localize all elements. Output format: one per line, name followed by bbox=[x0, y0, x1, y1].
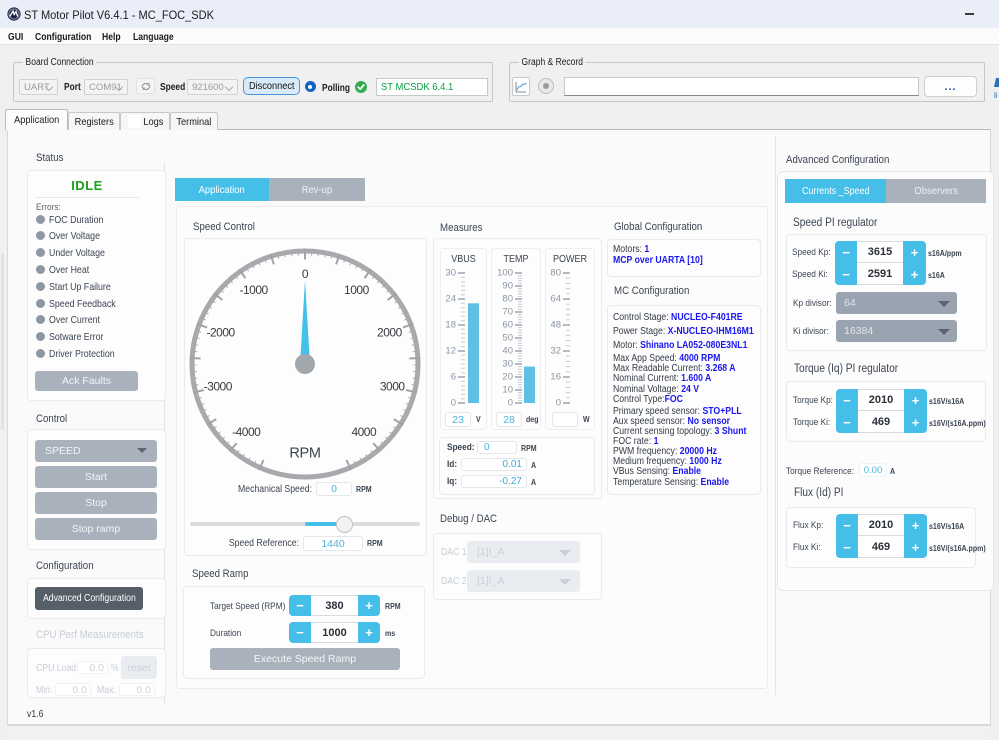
svg-text:-3000: -3000 bbox=[204, 379, 233, 393]
svg-text:4000: 4000 bbox=[351, 425, 377, 439]
svg-text:32: 32 bbox=[550, 346, 561, 357]
svg-text:60: 60 bbox=[502, 320, 513, 331]
svg-text:64: 64 bbox=[550, 294, 561, 305]
svg-text:RPM: RPM bbox=[289, 446, 320, 462]
svg-text:-1000: -1000 bbox=[239, 283, 268, 297]
svg-text:0: 0 bbox=[302, 267, 309, 281]
svg-text:0: 0 bbox=[508, 398, 513, 409]
svg-text:0: 0 bbox=[556, 398, 561, 409]
svg-text:1000: 1000 bbox=[344, 283, 370, 297]
svg-text:16: 16 bbox=[550, 372, 561, 383]
svg-text:li: li bbox=[994, 91, 998, 100]
svg-text:40: 40 bbox=[502, 346, 513, 357]
svg-text:18: 18 bbox=[445, 320, 456, 331]
svg-text:6: 6 bbox=[451, 372, 456, 383]
svg-text:3000: 3000 bbox=[380, 379, 406, 393]
svg-text:70: 70 bbox=[502, 307, 513, 318]
svg-text:80: 80 bbox=[550, 268, 561, 279]
svg-text:2000: 2000 bbox=[377, 326, 403, 340]
svg-text:-4000: -4000 bbox=[232, 425, 261, 439]
svg-text:80: 80 bbox=[502, 294, 513, 305]
svg-text:12: 12 bbox=[445, 346, 456, 357]
svg-text:50: 50 bbox=[502, 333, 513, 344]
svg-text:100: 100 bbox=[497, 268, 513, 279]
svg-text:10: 10 bbox=[502, 385, 513, 396]
svg-text:24: 24 bbox=[445, 294, 456, 305]
svg-text:-2000: -2000 bbox=[206, 326, 235, 340]
svg-text:90: 90 bbox=[502, 281, 513, 292]
svg-text:48: 48 bbox=[550, 320, 561, 331]
svg-text:30: 30 bbox=[502, 359, 513, 370]
svg-text:0: 0 bbox=[451, 398, 456, 409]
svg-text:20: 20 bbox=[502, 372, 513, 383]
svg-text:30: 30 bbox=[445, 268, 456, 279]
